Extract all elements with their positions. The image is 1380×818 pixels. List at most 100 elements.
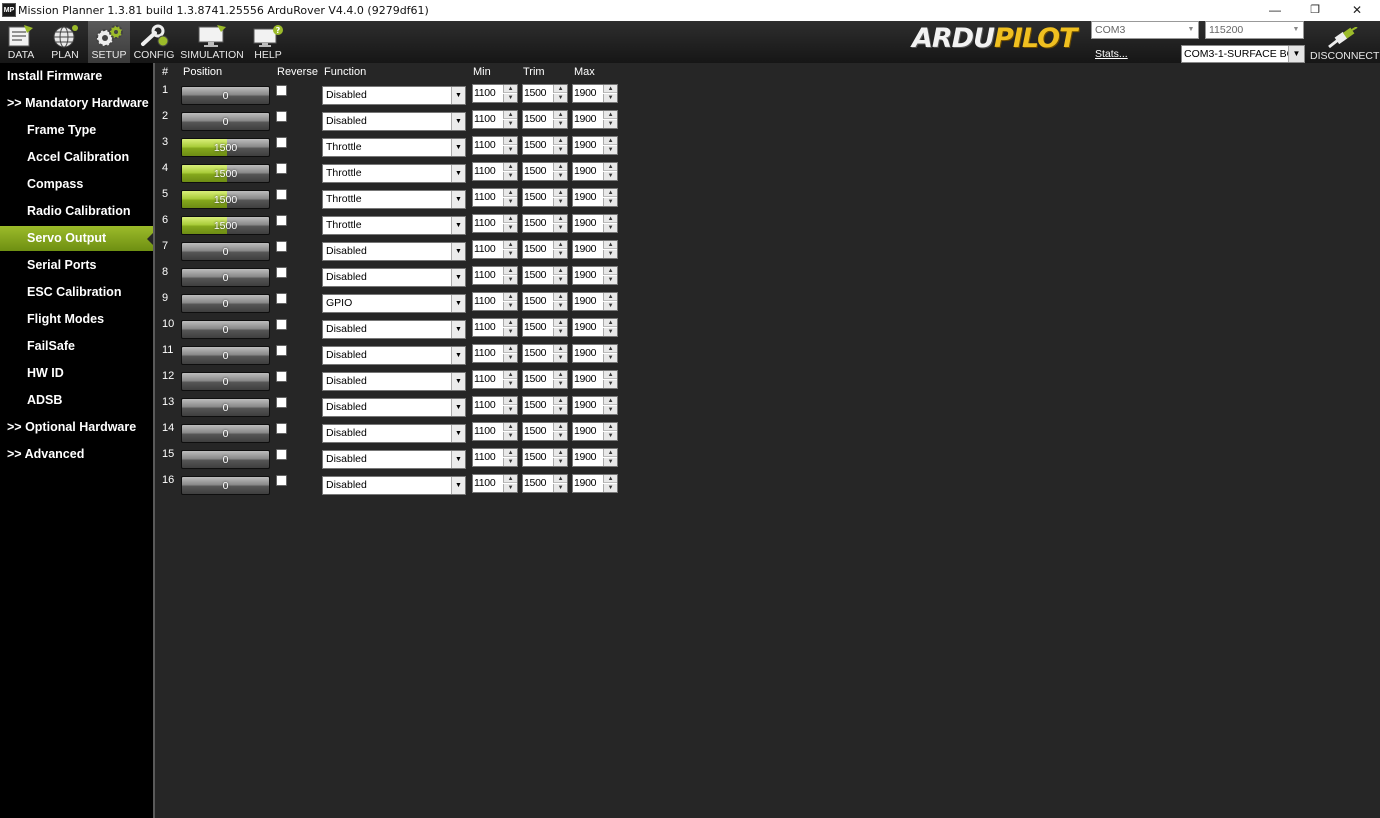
increment-arrow-icon[interactable]: ▲ (553, 85, 567, 93)
decrement-arrow-icon[interactable]: ▼ (603, 432, 617, 440)
reverse-checkbox[interactable] (276, 163, 287, 174)
decrement-arrow-icon[interactable]: ▼ (503, 120, 517, 128)
decrement-arrow-icon[interactable]: ▼ (503, 432, 517, 440)
decrement-arrow-icon[interactable]: ▼ (553, 380, 567, 388)
max-stepper[interactable]: 1900 ▲ ▼ (572, 162, 618, 181)
trim-stepper[interactable]: 1500 ▲ ▼ (522, 162, 568, 181)
min-stepper[interactable]: 1100 ▲ ▼ (472, 292, 518, 311)
increment-arrow-icon[interactable]: ▲ (503, 241, 517, 249)
function-select[interactable]: Disabled ▼ (322, 398, 466, 417)
decrement-arrow-icon[interactable]: ▼ (553, 224, 567, 232)
max-stepper[interactable]: 1900 ▲ ▼ (572, 370, 618, 389)
reverse-checkbox[interactable] (276, 85, 287, 96)
increment-arrow-icon[interactable]: ▲ (603, 293, 617, 301)
sidebar-item-compass[interactable]: Compass (0, 172, 153, 197)
increment-arrow-icon[interactable]: ▲ (503, 449, 517, 457)
increment-arrow-icon[interactable]: ▲ (603, 319, 617, 327)
increment-arrow-icon[interactable]: ▲ (553, 449, 567, 457)
chevron-down-icon[interactable]: ▼ (451, 477, 465, 494)
decrement-arrow-icon[interactable]: ▼ (503, 250, 517, 258)
increment-arrow-icon[interactable]: ▲ (603, 215, 617, 223)
reverse-checkbox[interactable] (276, 423, 287, 434)
decrement-arrow-icon[interactable]: ▼ (603, 146, 617, 154)
chevron-down-icon[interactable]: ▼ (451, 321, 465, 338)
increment-arrow-icon[interactable]: ▲ (503, 215, 517, 223)
increment-arrow-icon[interactable]: ▲ (603, 241, 617, 249)
chevron-down-icon[interactable]: ▼ (451, 243, 465, 260)
config-button[interactable]: CONFIG (133, 21, 175, 63)
decrement-arrow-icon[interactable]: ▼ (553, 146, 567, 154)
min-stepper[interactable]: 1100 ▲ ▼ (472, 84, 518, 103)
increment-arrow-icon[interactable]: ▲ (603, 371, 617, 379)
max-stepper[interactable]: 1900 ▲ ▼ (572, 84, 618, 103)
function-select[interactable]: Throttle ▼ (322, 164, 466, 183)
min-stepper[interactable]: 1100 ▲ ▼ (472, 240, 518, 259)
increment-arrow-icon[interactable]: ▲ (603, 137, 617, 145)
sidebar-item-install-firmware[interactable]: Install Firmware (0, 64, 153, 89)
min-stepper[interactable]: 1100 ▲ ▼ (472, 136, 518, 155)
increment-arrow-icon[interactable]: ▲ (603, 85, 617, 93)
increment-arrow-icon[interactable]: ▲ (553, 319, 567, 327)
min-stepper[interactable]: 1100 ▲ ▼ (472, 318, 518, 337)
min-stepper[interactable]: 1100 ▲ ▼ (472, 396, 518, 415)
min-stepper[interactable]: 1100 ▲ ▼ (472, 370, 518, 389)
decrement-arrow-icon[interactable]: ▼ (553, 302, 567, 310)
decrement-arrow-icon[interactable]: ▼ (503, 406, 517, 414)
min-stepper[interactable]: 1100 ▲ ▼ (472, 214, 518, 233)
increment-arrow-icon[interactable]: ▲ (603, 345, 617, 353)
decrement-arrow-icon[interactable]: ▼ (553, 250, 567, 258)
decrement-arrow-icon[interactable]: ▼ (603, 354, 617, 362)
increment-arrow-icon[interactable]: ▲ (503, 397, 517, 405)
reverse-checkbox[interactable] (276, 137, 287, 148)
max-stepper[interactable]: 1900 ▲ ▼ (572, 266, 618, 285)
sidebar-item-optional-hardware[interactable]: >> Optional Hardware (0, 415, 153, 440)
chevron-down-icon[interactable]: ▼ (451, 113, 465, 130)
disconnect-button[interactable]: DISCONNECT (1310, 21, 1379, 63)
decrement-arrow-icon[interactable]: ▼ (553, 172, 567, 180)
max-stepper[interactable]: 1900 ▲ ▼ (572, 344, 618, 363)
function-select[interactable]: Disabled ▼ (322, 242, 466, 261)
increment-arrow-icon[interactable]: ▲ (553, 397, 567, 405)
increment-arrow-icon[interactable]: ▲ (603, 267, 617, 275)
increment-arrow-icon[interactable]: ▲ (553, 137, 567, 145)
reverse-checkbox[interactable] (276, 215, 287, 226)
close-button[interactable]: ✕ (1334, 0, 1380, 21)
increment-arrow-icon[interactable]: ▲ (553, 267, 567, 275)
increment-arrow-icon[interactable]: ▲ (603, 423, 617, 431)
decrement-arrow-icon[interactable]: ▼ (503, 94, 517, 102)
chevron-down-icon[interactable]: ▼ (451, 373, 465, 390)
reverse-checkbox[interactable] (276, 319, 287, 330)
function-select[interactable]: Disabled ▼ (322, 346, 466, 365)
maximize-button[interactable]: ❐ (1292, 0, 1338, 21)
min-stepper[interactable]: 1100 ▲ ▼ (472, 448, 518, 467)
chevron-down-icon[interactable]: ▼ (451, 347, 465, 364)
sidebar-item-esc-calibration[interactable]: ESC Calibration (0, 280, 153, 305)
min-stepper[interactable]: 1100 ▲ ▼ (472, 474, 518, 493)
sidebar-item-hw-id[interactable]: HW ID (0, 361, 153, 386)
decrement-arrow-icon[interactable]: ▼ (553, 276, 567, 284)
increment-arrow-icon[interactable]: ▲ (553, 293, 567, 301)
trim-stepper[interactable]: 1500 ▲ ▼ (522, 448, 568, 467)
decrement-arrow-icon[interactable]: ▼ (553, 328, 567, 336)
decrement-arrow-icon[interactable]: ▼ (553, 94, 567, 102)
max-stepper[interactable]: 1900 ▲ ▼ (572, 110, 618, 129)
decrement-arrow-icon[interactable]: ▼ (553, 484, 567, 492)
decrement-arrow-icon[interactable]: ▼ (553, 198, 567, 206)
function-select[interactable]: Disabled ▼ (322, 268, 466, 287)
decrement-arrow-icon[interactable]: ▼ (553, 432, 567, 440)
max-stepper[interactable]: 1900 ▲ ▼ (572, 448, 618, 467)
min-stepper[interactable]: 1100 ▲ ▼ (472, 162, 518, 181)
decrement-arrow-icon[interactable]: ▼ (603, 94, 617, 102)
decrement-arrow-icon[interactable]: ▼ (503, 354, 517, 362)
max-stepper[interactable]: 1900 ▲ ▼ (572, 292, 618, 311)
function-select[interactable]: GPIO ▼ (322, 294, 466, 313)
decrement-arrow-icon[interactable]: ▼ (553, 458, 567, 466)
reverse-checkbox[interactable] (276, 241, 287, 252)
com-port-select[interactable]: COM3 ▼ (1091, 21, 1199, 39)
increment-arrow-icon[interactable]: ▲ (503, 293, 517, 301)
increment-arrow-icon[interactable]: ▲ (503, 111, 517, 119)
increment-arrow-icon[interactable]: ▲ (503, 85, 517, 93)
increment-arrow-icon[interactable]: ▲ (503, 345, 517, 353)
sidebar-item-mandatory-hardware[interactable]: >> Mandatory Hardware (0, 91, 153, 116)
decrement-arrow-icon[interactable]: ▼ (603, 276, 617, 284)
